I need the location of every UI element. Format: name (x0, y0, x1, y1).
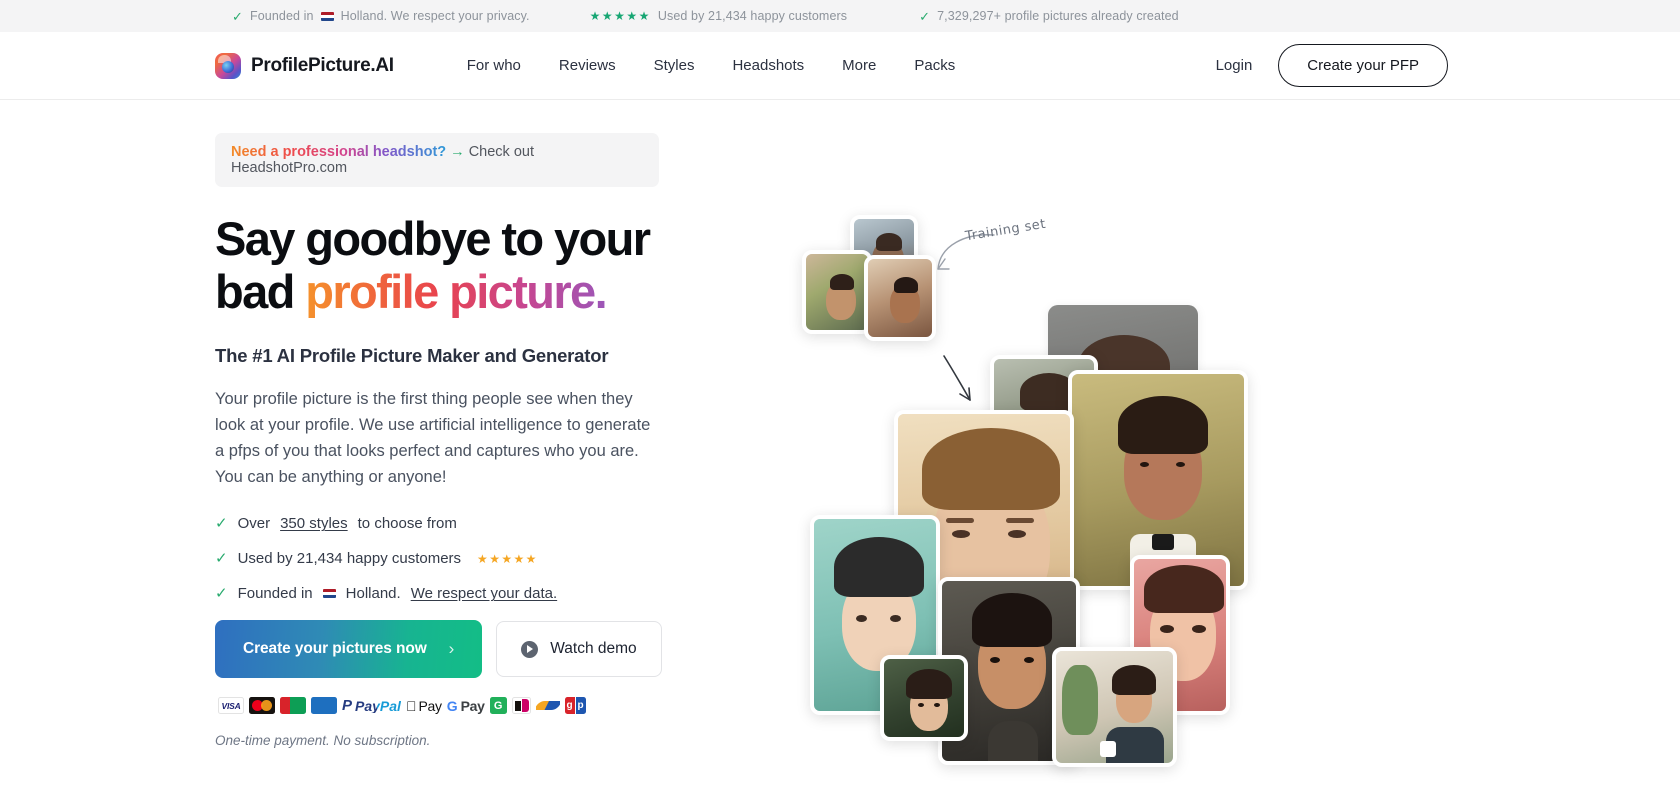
training-photo-2 (802, 250, 872, 334)
gpay-badge-icon: g p (564, 697, 586, 715)
announcement-customers-text: Used by 21,434 happy customers (657, 9, 848, 23)
styles-link[interactable]: 350 styles (280, 515, 348, 532)
nav-item-styles[interactable]: Styles (635, 49, 714, 82)
feature-founded-mid: Holland. (345, 585, 401, 603)
play-circle-icon (521, 640, 539, 658)
check-icon: ✓ (215, 550, 228, 568)
announcement-item-created: ✓ 7,329,297+ profile pictures already cr… (919, 9, 1179, 23)
nav-item-for-who[interactable]: For who (448, 49, 540, 82)
netherlands-flag-icon (320, 11, 334, 21)
announcement-item-customers: ★★★★★ Used by 21,434 happy customers (590, 9, 848, 23)
list-item-styles: ✓ Over 350 styles to choose from (215, 515, 677, 532)
page-title: Say goodbye to your bad profile picture. (215, 212, 677, 318)
training-photo-3 (864, 255, 936, 341)
apple-pay-icon:  Pay (406, 697, 442, 714)
profilepicture-logo-icon (215, 52, 241, 79)
visa-icon: VISA (218, 697, 244, 715)
netherlands-flag-icon (322, 589, 336, 599)
headshotpro-promo-banner[interactable]: Need a professional headshot? → Check ou… (215, 133, 659, 187)
giropay-icon: G (489, 697, 507, 715)
brand-logo[interactable]: ProfilePicture.AI (215, 52, 394, 79)
curved-arrow-down-icon (943, 355, 971, 401)
check-icon: ✓ (919, 8, 931, 24)
gpay-badge-p: p (575, 697, 586, 715)
headline-line-2-plain: bad (215, 265, 306, 319)
feature-customers-text: Used by 21,434 happy customers (237, 550, 462, 568)
create-pictures-button[interactable]: Create your pictures now › (215, 620, 483, 679)
check-icon: ✓ (232, 8, 243, 24)
headline-line-1: Say goodbye to your (215, 212, 651, 265)
amex-icon (311, 697, 337, 715)
paypal-label: PayPal (355, 697, 401, 714)
maestro-icon (280, 697, 306, 715)
headline-line-2-gradient: profile picture. (305, 265, 607, 319)
ideal-icon (511, 697, 531, 715)
site-header: ProfilePicture.AI For who Reviews Styles… (0, 32, 1680, 100)
paypal-glyph: P (342, 697, 353, 715)
gpay-badge-g: g (564, 697, 575, 715)
privacy-link[interactable]: We respect your data. (411, 585, 557, 602)
payment-methods-row: VISA P PayPal  Pay G Pay G g p (215, 697, 677, 715)
hero-body-text: Your profile picture is the first thing … (215, 390, 651, 487)
payment-note: One-time payment. No subscription. (215, 733, 431, 749)
google-pay-label: Pay (450, 697, 485, 714)
announcement-text-before-flag: Founded in (250, 9, 314, 23)
announcement-bar: ✓ Founded in Holland. We respect your pr… (0, 0, 1680, 32)
check-icon: ✓ (215, 515, 228, 533)
stars-icon: ★★★★★ (589, 9, 651, 23)
feature-founded-pre: Founded in (237, 585, 313, 603)
apple-pay-label: Pay (407, 697, 441, 714)
chevron-right-icon: › (448, 639, 455, 659)
nav-item-headshots[interactable]: Headshots (713, 49, 823, 82)
feature-styles-pre: Over (237, 515, 271, 533)
create-pictures-label: Create your pictures now (243, 640, 427, 658)
google-pay-icon: G Pay (447, 697, 485, 714)
paypal-icon: P PayPal (342, 697, 401, 714)
feature-list: ✓ Over 350 styles to choose from ✓ Used … (215, 515, 677, 602)
sofort-icon (535, 697, 560, 714)
mastercard-icon (249, 697, 275, 715)
main-navigation: For who Reviews Styles Headshots More Pa… (448, 49, 975, 82)
hero-left-column: Need a professional headshot? → Check ou… (215, 133, 677, 748)
page-subtitle: The #1 AI Profile Picture Maker and Gene… (215, 345, 609, 367)
watch-demo-label: Watch demo (550, 640, 637, 658)
feature-styles-post: to choose from (357, 515, 457, 533)
arrow-right-icon: → (450, 144, 465, 160)
announcement-item-privacy: ✓ Founded in Holland. We respect your pr… (232, 9, 530, 23)
generated-photo-8 (880, 655, 968, 741)
generated-photo-9 (1052, 647, 1177, 767)
nav-item-packs[interactable]: Packs (895, 49, 974, 82)
cta-button-row: Create your pictures now › Watch demo (215, 620, 677, 679)
list-item-founded: ✓ Founded in Holland. We respect your da… (215, 585, 677, 602)
training-set-annotation: Training set (964, 216, 1047, 245)
check-icon: ✓ (215, 585, 228, 603)
nav-item-more[interactable]: More (823, 49, 895, 82)
brand-name: ProfilePicture.AI (251, 54, 394, 76)
announcement-text-after-flag: Holland. We respect your privacy. (340, 9, 530, 23)
google-g-icon: G (436, 697, 458, 714)
watch-demo-button[interactable]: Watch demo (496, 621, 662, 678)
promo-strong-text: Need a professional headshot? (231, 144, 447, 160)
nav-item-reviews[interactable]: Reviews (540, 49, 635, 82)
photo-collage: Training set (790, 195, 1310, 775)
announcement-created-text: 7,329,297+ profile pictures already crea… (937, 9, 1179, 23)
apple-logo-icon:  (406, 699, 417, 713)
hero-section: Need a professional headshot? → Check ou… (0, 100, 1680, 767)
stars-icon: ★★★★★ (477, 551, 538, 566)
login-link[interactable]: Login (1216, 57, 1253, 74)
create-pfp-button[interactable]: Create your PFP (1278, 44, 1448, 87)
list-item-customers: ✓ Used by 21,434 happy customers ★★★★★ (215, 550, 677, 567)
